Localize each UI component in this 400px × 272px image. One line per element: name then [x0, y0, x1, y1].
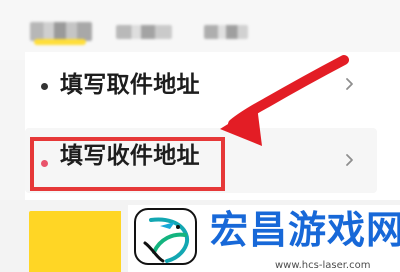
yellow-action-button[interactable]: [29, 211, 121, 272]
site-watermark: 宏昌游戏网 www.hcs-laser.com: [128, 205, 400, 272]
watermark-brand: 宏昌游戏网: [210, 208, 400, 252]
bottom-action-strip: 宏昌游戏网 www.hcs-laser.com: [0, 200, 400, 272]
pickup-address-label: 填写取件地址: [60, 72, 200, 98]
dragon-logo-icon: [134, 208, 197, 265]
watermark-url: www.hcs-laser.com: [275, 260, 371, 271]
blurred-tab-selected[interactable]: [30, 22, 92, 45]
blurred-tab[interactable]: [116, 25, 172, 39]
pickup-bullet-icon: [41, 83, 48, 90]
app-screen: 填写取件地址 填写收件地址 宏昌游戏网 www.hcs-laser.com: [0, 0, 400, 272]
blurred-tab[interactable]: [204, 25, 248, 39]
arrow-annotation-icon: [180, 45, 360, 160]
